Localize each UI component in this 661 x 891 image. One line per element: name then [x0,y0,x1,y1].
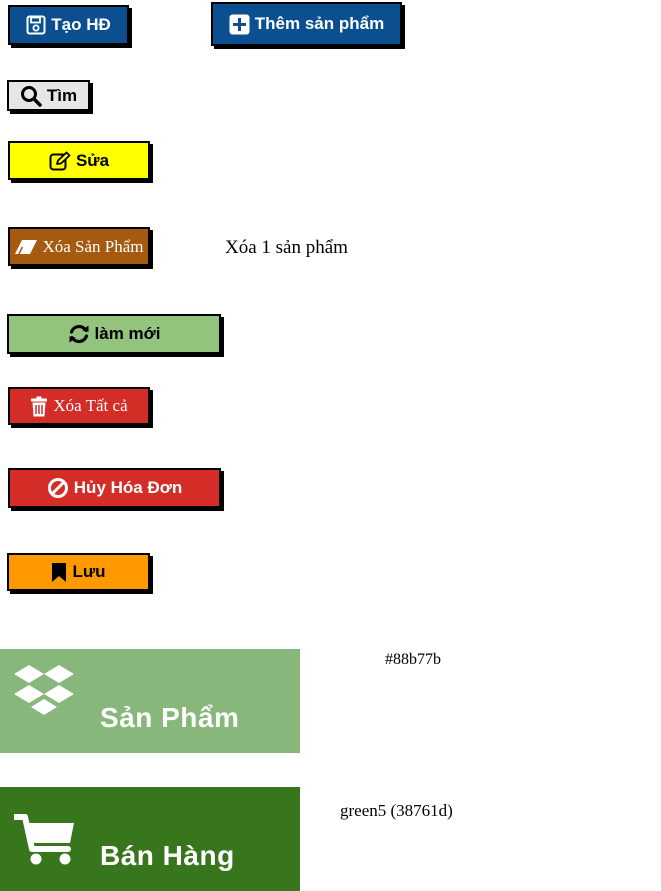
sales-color-note: green5 (38761d) [340,801,453,820]
cancel-invoice-button[interactable]: Hủy Hóa Đơn [8,468,221,508]
search-icon [20,85,42,107]
delete-one-note: Xóa 1 sản phẩm [225,237,348,258]
trash-icon [30,396,48,417]
add-product-label: Thêm sản phẩm [254,14,385,33]
shopping-cart-icon [12,813,76,872]
floppy-disk-icon [26,15,46,35]
products-tile-label: Sản Phẩm [100,702,240,733]
delete-product-label: Xóa Sản Phẩm [42,236,144,256]
plus-square-icon [229,14,250,35]
refresh-button[interactable]: làm mới [7,314,221,354]
save-button[interactable]: Lưu [7,553,150,591]
create-invoice-button[interactable]: Tạo HĐ [8,5,129,45]
delete-all-button[interactable]: Xóa Tất cả [8,387,150,425]
sales-tile-label: Bán Hàng [100,840,235,871]
cancel-invoice-label: Hủy Hóa Đơn [73,478,183,497]
products-tile[interactable]: Sản Phẩm [0,649,300,753]
sales-tile[interactable]: Bán Hàng [0,787,300,891]
refresh-label: làm mới [94,324,161,343]
products-color-note: #88b77b [385,651,441,668]
save-label: Lưu [72,562,106,581]
edit-label: Sửa [75,150,110,170]
search-label: Tìm [46,85,78,105]
delete-product-button[interactable]: Xóa Sản Phẩm [8,227,150,266]
bookmark-icon [51,562,67,583]
delete-all-label: Xóa Tất cả [53,396,128,415]
pen-square-icon [49,151,71,171]
dropbox-icon [13,663,75,726]
search-button[interactable]: Tìm [7,80,90,111]
eraser-icon [14,239,38,255]
add-product-button[interactable]: Thêm sản phẩm [211,2,402,46]
ban-icon [47,477,69,499]
create-invoice-label: Tạo HĐ [51,15,111,34]
edit-button[interactable]: Sửa [8,141,150,180]
refresh-icon [68,323,90,345]
